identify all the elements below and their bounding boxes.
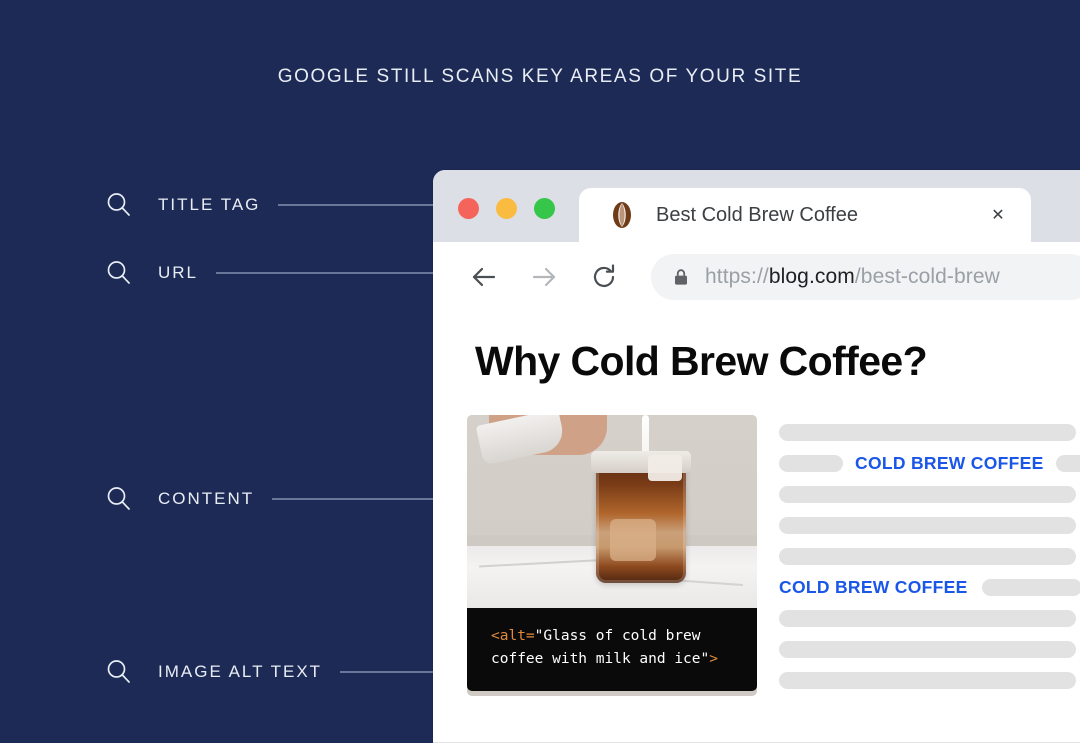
reload-button[interactable] [583, 256, 625, 298]
photo-milk-jug [475, 415, 567, 466]
skeleton-bar [779, 517, 1076, 534]
cold-brew-photo [467, 415, 757, 608]
window-controls[interactable] [458, 198, 555, 219]
page-title: GOOGLE STILL SCANS KEY AREAS OF YOUR SIT… [277, 66, 803, 87]
search-icon [104, 190, 134, 220]
alt-tag-open: <alt= [491, 628, 535, 644]
connector-line [340, 671, 434, 673]
checklist-item-image-alt-text[interactable]: IMAGE ALT TEXT [104, 655, 434, 689]
checklist-item-label: TITLE TAG [158, 195, 261, 214]
photo-mason-jar [591, 451, 691, 583]
close-icon[interactable]: ✕ [981, 198, 1015, 232]
checklist-item-title-tag[interactable]: TITLE TAG [104, 188, 434, 222]
connector-line [216, 272, 434, 274]
browser-tab[interactable]: Best Cold Brew Coffee ✕ [579, 188, 1031, 242]
search-icon [104, 258, 134, 288]
maximize-window-button[interactable] [534, 198, 555, 219]
connector-line [278, 204, 434, 206]
address-bar-url: https://blog.com/best-cold-brew [705, 265, 1000, 289]
skeleton-bar [981, 579, 1080, 596]
article-heading: Why Cold Brew Coffee? [475, 338, 928, 384]
skeleton-row [779, 541, 1080, 572]
lock-icon [671, 268, 691, 286]
article-body: <alt="Glass of cold brew coffee with milk… [433, 415, 1080, 696]
keyword-highlight: COLD BREW COFFEE [779, 577, 968, 597]
photo-ice-cube [648, 455, 682, 481]
coffee-bean-icon [607, 200, 637, 230]
skeleton-row [779, 417, 1080, 448]
browser-tabstrip: Best Cold Brew Coffee ✕ [433, 170, 1080, 242]
url-host: blog.com [768, 265, 855, 288]
skeleton-bar [779, 548, 1076, 565]
close-window-button[interactable] [458, 198, 479, 219]
skeleton-bar [779, 455, 843, 472]
address-bar[interactable]: https://blog.com/best-cold-brew [651, 254, 1080, 300]
alt-text-caption: <alt="Glass of cold brew coffee with milk… [467, 608, 757, 691]
skeleton-bar [779, 610, 1076, 627]
skeleton-row [779, 634, 1080, 665]
browser-toolbar: https://blog.com/best-cold-brew [433, 242, 1080, 312]
skeleton-bar [779, 672, 1076, 689]
skeleton-row-with-keyword: COLD BREW COFFEE [779, 448, 1080, 479]
minimize-window-button[interactable] [496, 198, 517, 219]
alt-text-line-1: "Glass of cold brew [534, 628, 701, 644]
photo-milk-swirl [610, 519, 656, 561]
skeleton-bar [779, 641, 1076, 658]
skeleton-bar [1055, 455, 1080, 472]
forward-button[interactable] [523, 256, 565, 298]
back-button[interactable] [463, 256, 505, 298]
skeleton-row-with-keyword: COLD BREW COFFEE [779, 572, 1080, 603]
search-icon [104, 657, 134, 687]
tab-title: Best Cold Brew Coffee [656, 203, 858, 226]
checklist-item-label: URL [158, 263, 199, 282]
skeleton-bar [779, 486, 1076, 503]
page-content: Why Cold Brew Coffee? <alt="Glass of col… [433, 312, 1080, 743]
connector-line [272, 498, 434, 500]
url-scheme: https:// [705, 265, 769, 288]
checklist-item-label: CONTENT [158, 489, 255, 508]
skeleton-row [779, 479, 1080, 510]
url-path: /best-cold-brew [854, 265, 1000, 288]
search-icon [104, 484, 134, 514]
skeleton-bar [779, 424, 1076, 441]
browser-window: Best Cold Brew Coffee ✕ https://blog.com… [433, 170, 1080, 743]
skeleton-row [779, 510, 1080, 541]
checklist-item-label: IMAGE ALT TEXT [158, 662, 323, 681]
skeleton-row [779, 665, 1080, 696]
article-text-skeleton: COLD BREW COFFEE COLD BREW COFFEE [757, 415, 1080, 696]
skeleton-row [779, 603, 1080, 634]
checklist-item-url[interactable]: URL [104, 256, 434, 290]
keyword-highlight: COLD BREW COFFEE [855, 453, 1044, 473]
alt-tag-close: > [709, 651, 718, 668]
article-figure: <alt="Glass of cold brew coffee with milk… [467, 415, 757, 696]
checklist-item-content[interactable]: CONTENT [104, 482, 434, 516]
alt-text-line-2: coffee with milk and ice" [491, 651, 710, 668]
